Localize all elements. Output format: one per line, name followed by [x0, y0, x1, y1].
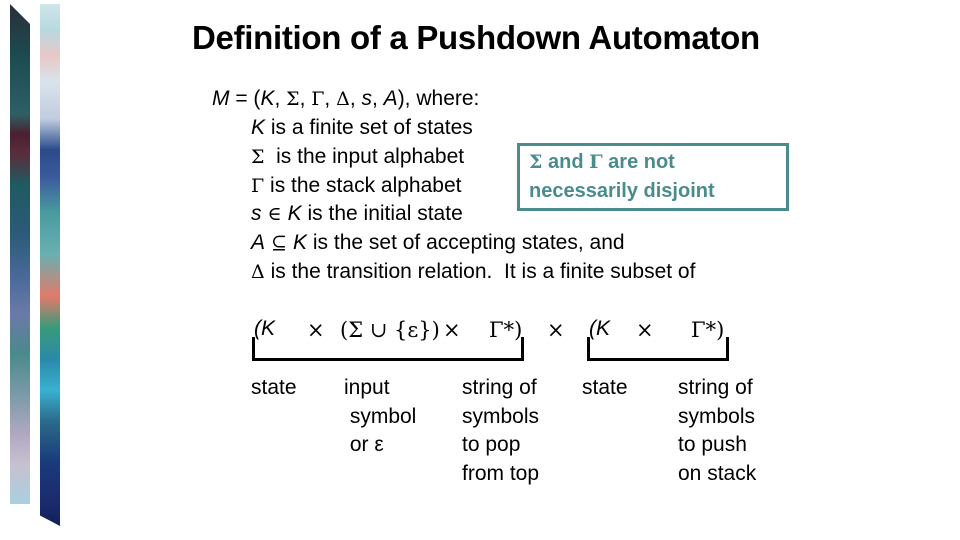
- tuple-definition: M = (K, Σ, Γ, Δ, s, A), where:: [212, 87, 480, 110]
- expr-open-K: (K: [254, 317, 275, 340]
- label-push-string: string of symbols to push on stack: [678, 376, 757, 485]
- label-pop-string: string of symbols to pop from top: [462, 376, 540, 485]
- definition-item-states: K is a finite set of states: [251, 116, 473, 139]
- note-line-2: necessarily disjoint: [529, 180, 715, 202]
- definition-item-initial-state: s ∈ K is the initial state: [251, 202, 463, 225]
- label-state-2: state: [582, 376, 628, 399]
- definition-item-accepting-states: A ⊆ K is the set of accepting states, an…: [251, 231, 625, 254]
- label-input-symbol: input symbol or ε: [344, 376, 417, 457]
- label-state-1: state: [251, 376, 297, 399]
- bracket-input-triple: [252, 337, 524, 361]
- disjoint-note-box: Σ and Γ are not necessarily disjoint: [517, 143, 789, 211]
- definition-item-stack-alphabet: Γ is the stack alphabet: [251, 174, 462, 197]
- slide-title: Definition of a Pushdown Automaton: [192, 19, 760, 56]
- bracket-output-pair: [587, 337, 729, 361]
- note-line-1: Σ and Γ are not: [529, 151, 675, 173]
- expr-open-K-2: (K: [589, 317, 610, 340]
- expr-times-3: ×: [547, 318, 565, 342]
- definition-item-transition-relation: Δ is the transition relation. It is a fi…: [251, 260, 696, 283]
- definition-item-input-alphabet: Σ is the input alphabet: [251, 145, 465, 168]
- decorative-fabric-strip-right: [40, 4, 60, 526]
- decorative-fabric-strip-left: [10, 4, 30, 504]
